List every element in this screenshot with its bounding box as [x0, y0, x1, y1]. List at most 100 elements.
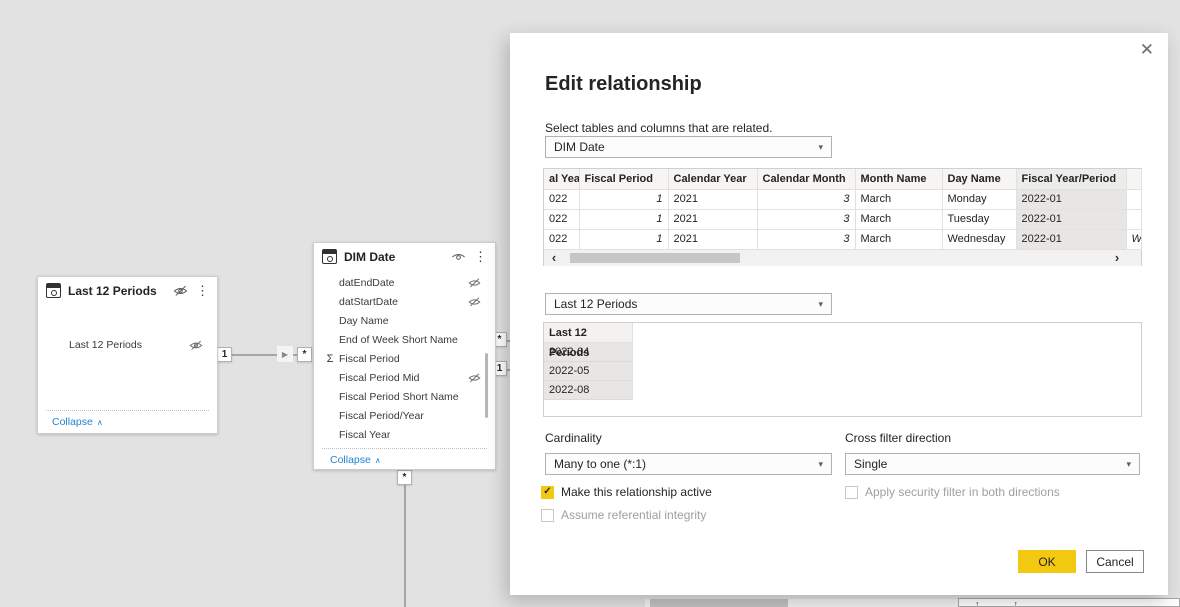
cell[interactable]: 2021 [668, 209, 757, 229]
eye-hidden-icon[interactable] [173, 285, 188, 297]
relationship-line[interactable] [404, 470, 406, 607]
cell[interactable]: 022 [544, 209, 579, 229]
table-row: 022 1 2021 3 March Monday 2022-01 [544, 189, 1141, 209]
cell-selected[interactable]: 2022-01 [1016, 189, 1126, 209]
relationship-many-marker: * [297, 347, 312, 362]
column-header[interactable]: Day Name [942, 169, 1016, 189]
cell[interactable]: March [855, 189, 942, 209]
cell[interactable]: Wednesday [942, 229, 1016, 249]
dialog-subtitle: Select tables and columns that are relat… [545, 121, 772, 135]
make-relationship-active-checkbox[interactable]: ✓ Make this relationship active [541, 485, 712, 499]
column-header[interactable]: al Year [544, 169, 579, 189]
eye-hidden-icon[interactable] [468, 278, 481, 288]
cell[interactable]: 1 [579, 229, 668, 249]
arrow-up-icon: ↑ [1014, 599, 1019, 606]
table-icon [46, 283, 61, 298]
field-name: Fiscal Period Mid [339, 372, 468, 384]
cell[interactable]: W [1126, 229, 1141, 249]
scroll-right-icon[interactable]: › [1107, 251, 1127, 265]
field-row[interactable]: End of Week Short Name [314, 331, 481, 349]
field-row[interactable]: Fiscal Period Mid [314, 369, 481, 387]
more-options-icon[interactable]: ⋮ [474, 250, 487, 263]
field-row[interactable]: datEndDate [314, 274, 481, 292]
field-row[interactable]: ΣFiscal Period [314, 350, 481, 368]
cell[interactable]: 1 [579, 209, 668, 229]
eye-hidden-icon[interactable] [468, 373, 481, 383]
relationship-line[interactable] [228, 354, 306, 356]
more-options-icon[interactable]: ⋮ [196, 284, 209, 297]
field-name: End of Week Short Name [339, 334, 481, 346]
cell-selected[interactable]: 2022-05 [544, 362, 632, 381]
cell[interactable]: 2021 [668, 229, 757, 249]
field-row[interactable]: Day Name [314, 312, 481, 330]
cell[interactable] [1126, 189, 1141, 209]
collapse-link[interactable]: Collapse∧ [330, 454, 381, 466]
field-row[interactable]: Month Name [314, 445, 481, 446]
cell[interactable]: 022 [544, 189, 579, 209]
crossfilter-dropdown[interactable]: Single ▾ [845, 453, 1140, 475]
column-header[interactable]: Month Name [855, 169, 942, 189]
crossfilter-dropdown-value: Single [854, 457, 1126, 471]
eye-hidden-icon[interactable] [189, 340, 203, 351]
chevron-up-icon: ∧ [97, 418, 103, 427]
column-header[interactable] [1126, 169, 1141, 189]
hidden-card-top[interactable]: ↑ ↑ [958, 598, 1180, 607]
card-title: Last 12 Periods [68, 284, 166, 298]
cell[interactable]: 3 [757, 189, 855, 209]
cell[interactable]: 2021 [668, 189, 757, 209]
table-card-dim-date[interactable]: DIM Date ⋮ datEndDate datStartDate Day N… [313, 242, 496, 470]
table-row: 022 1 2021 3 March Tuesday 2022-01 [544, 209, 1141, 229]
cell-selected[interactable]: 2022-04 [544, 343, 632, 362]
field-row[interactable]: Fiscal Period/Year [314, 407, 481, 425]
cell[interactable]: Tuesday [942, 209, 1016, 229]
field-row[interactable]: Last 12 Periods [38, 336, 203, 354]
field-row[interactable]: Fiscal Period Short Name [314, 388, 481, 406]
cell[interactable]: 1 [579, 189, 668, 209]
cell[interactable]: 022 [544, 229, 579, 249]
close-icon[interactable]: ✕ [1140, 40, 1154, 60]
cardinality-dropdown[interactable]: Many to one (*:1) ▾ [545, 453, 832, 475]
cell-selected[interactable]: 2022-08 [544, 381, 632, 400]
column-header[interactable]: Calendar Month [757, 169, 855, 189]
to-table-dropdown-value: Last 12 Periods [554, 297, 818, 311]
check-icon: ✓ [543, 487, 551, 497]
cell[interactable] [1126, 209, 1141, 229]
column-header-selected[interactable]: Fiscal Year/Period [1016, 169, 1126, 189]
cancel-button[interactable]: Cancel [1086, 550, 1144, 573]
field-name: Last 12 Periods [69, 339, 189, 351]
fields-scrollbar[interactable] [485, 353, 488, 418]
column-header[interactable]: Fiscal Period [579, 169, 668, 189]
cell-selected[interactable]: 2022-01 [1016, 209, 1126, 229]
cardinality-dropdown-value: Many to one (*:1) [554, 457, 818, 471]
card-header[interactable]: Last 12 Periods ⋮ [38, 277, 217, 304]
scroll-left-icon[interactable]: ‹ [544, 251, 564, 265]
grid-hscrollbar-thumb[interactable] [570, 253, 740, 263]
field-row[interactable]: datStartDate [314, 293, 481, 311]
ok-button[interactable]: OK [1018, 550, 1076, 573]
chevron-up-icon: ∧ [375, 456, 381, 465]
checkbox-checked[interactable]: ✓ [541, 486, 554, 499]
column-header[interactable]: Calendar Year [668, 169, 757, 189]
cell[interactable]: Monday [942, 189, 1016, 209]
collapse-link[interactable]: Collapse∧ [52, 416, 103, 428]
table-icon [322, 249, 337, 264]
to-table-dropdown[interactable]: Last 12 Periods ▾ [545, 293, 832, 315]
edit-relationship-dialog: ✕ Edit relationship Select tables and co… [510, 33, 1168, 595]
checkbox-unchecked [845, 486, 858, 499]
grid-hscrollbar[interactable]: ‹ › [544, 250, 1141, 266]
eye-icon[interactable] [451, 251, 466, 263]
cell-selected[interactable]: 2022-01 [1016, 229, 1126, 249]
cell[interactable]: 3 [757, 209, 855, 229]
column-header-selected[interactable]: Last 12 Periods [544, 323, 632, 343]
field-row[interactable]: Fiscal Year [314, 426, 481, 444]
from-table-grid: al Year Fiscal Period Calendar Year Cale… [544, 169, 1142, 250]
from-table-dropdown[interactable]: DIM Date ▾ [545, 136, 832, 158]
field-name: Fiscal Year [339, 429, 481, 441]
eye-hidden-icon[interactable] [468, 297, 481, 307]
table-card-last-12-periods[interactable]: Last 12 Periods ⋮ Last 12 Periods Collap… [37, 276, 218, 434]
cell[interactable]: March [855, 229, 942, 249]
cell[interactable]: March [855, 209, 942, 229]
card-header[interactable]: DIM Date ⋮ [314, 243, 495, 270]
canvas-hscrollbar-thumb[interactable] [650, 599, 788, 607]
cell[interactable]: 3 [757, 229, 855, 249]
